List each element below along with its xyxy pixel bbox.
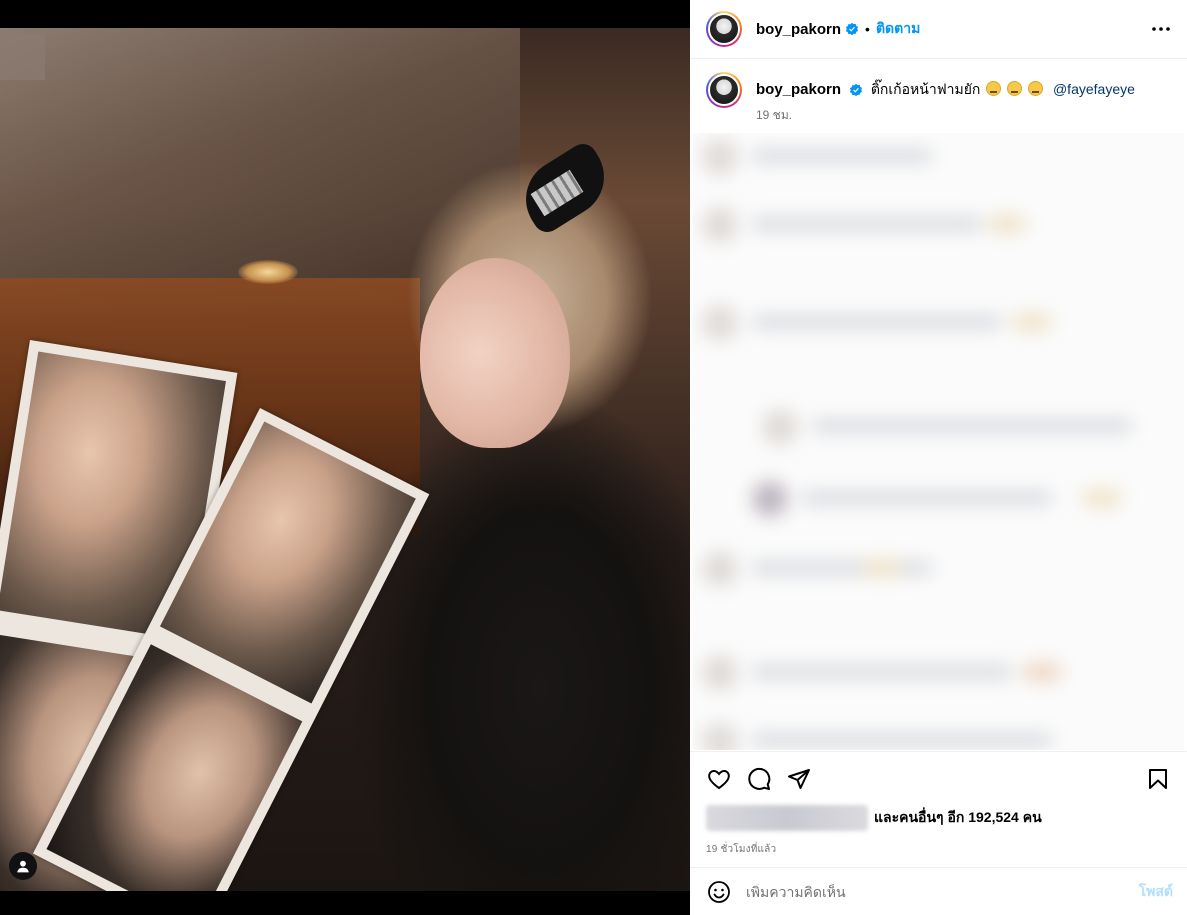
comments-list-blurred[interactable] xyxy=(692,133,1184,750)
likes-summary[interactable]: และคนอื่นๆ อีก 192,524 คน xyxy=(706,805,1171,831)
verified-badge-icon xyxy=(849,83,862,97)
post-comment-button[interactable]: โพสต์ xyxy=(1139,881,1173,903)
follow-button[interactable]: ติดตาม xyxy=(876,18,920,40)
caption-timestamp: 19 ชม. xyxy=(756,108,793,122)
separator-dot: • xyxy=(865,21,870,37)
liked-by-blurred xyxy=(706,805,868,831)
comment-bubble-icon[interactable] xyxy=(746,766,772,792)
likes-count: และคนอื่นๆ อีก 192,524 คน xyxy=(874,809,1042,825)
list-item xyxy=(692,305,1184,341)
caption-text: ติ๊กเก้อหน้าฟามยัก xyxy=(870,81,981,97)
shushing-face-icon xyxy=(1007,81,1023,96)
post-header: boy_pakorn • ติดตาม xyxy=(690,0,1187,59)
heart-icon[interactable] xyxy=(706,766,732,792)
post-media[interactable] xyxy=(0,28,690,891)
media-corner-blur xyxy=(0,34,45,80)
list-item xyxy=(692,551,1184,587)
paper-plane-icon[interactable] xyxy=(786,766,812,792)
list-item xyxy=(692,481,1184,517)
post-actions: และคนอื่นๆ อีก 192,524 คน 19 ชั่วโมงที่แ… xyxy=(690,751,1187,867)
smiley-icon[interactable] xyxy=(706,879,732,905)
post-caption: boy_pakorn ติ๊กเก้อหน้าฟามยัก @fayefayey… xyxy=(690,59,1187,135)
list-item xyxy=(692,207,1184,243)
avatar[interactable] xyxy=(706,72,742,108)
add-comment-bar: โพสต์ xyxy=(690,867,1187,915)
caption-username[interactable]: boy_pakorn xyxy=(756,81,841,98)
shushing-face-icon xyxy=(1028,81,1044,96)
list-item xyxy=(692,409,1184,445)
list-item xyxy=(692,723,1184,750)
list-item xyxy=(692,655,1184,691)
post-side-panel: boy_pakorn • ติดตาม boy_pakorn ติ๊กเก้อห… xyxy=(690,0,1187,915)
instagram-post-view: boy_pakorn • ติดตาม boy_pakorn ติ๊กเก้อห… xyxy=(0,0,1187,915)
shushing-face-icon xyxy=(986,81,1002,96)
more-options-icon[interactable] xyxy=(1149,17,1173,41)
mention-link[interactable]: @fayefayeye xyxy=(1053,81,1135,97)
comment-input[interactable] xyxy=(746,883,1139,900)
avatar[interactable] xyxy=(706,11,742,47)
user-tag-icon[interactable] xyxy=(9,852,37,880)
list-item xyxy=(692,139,1184,175)
bookmark-icon[interactable] xyxy=(1145,766,1171,792)
verified-badge-icon xyxy=(845,22,859,36)
author-username[interactable]: boy_pakorn xyxy=(756,21,841,38)
post-timestamp: 19 ชั่วโมงที่แล้ว xyxy=(706,844,777,855)
